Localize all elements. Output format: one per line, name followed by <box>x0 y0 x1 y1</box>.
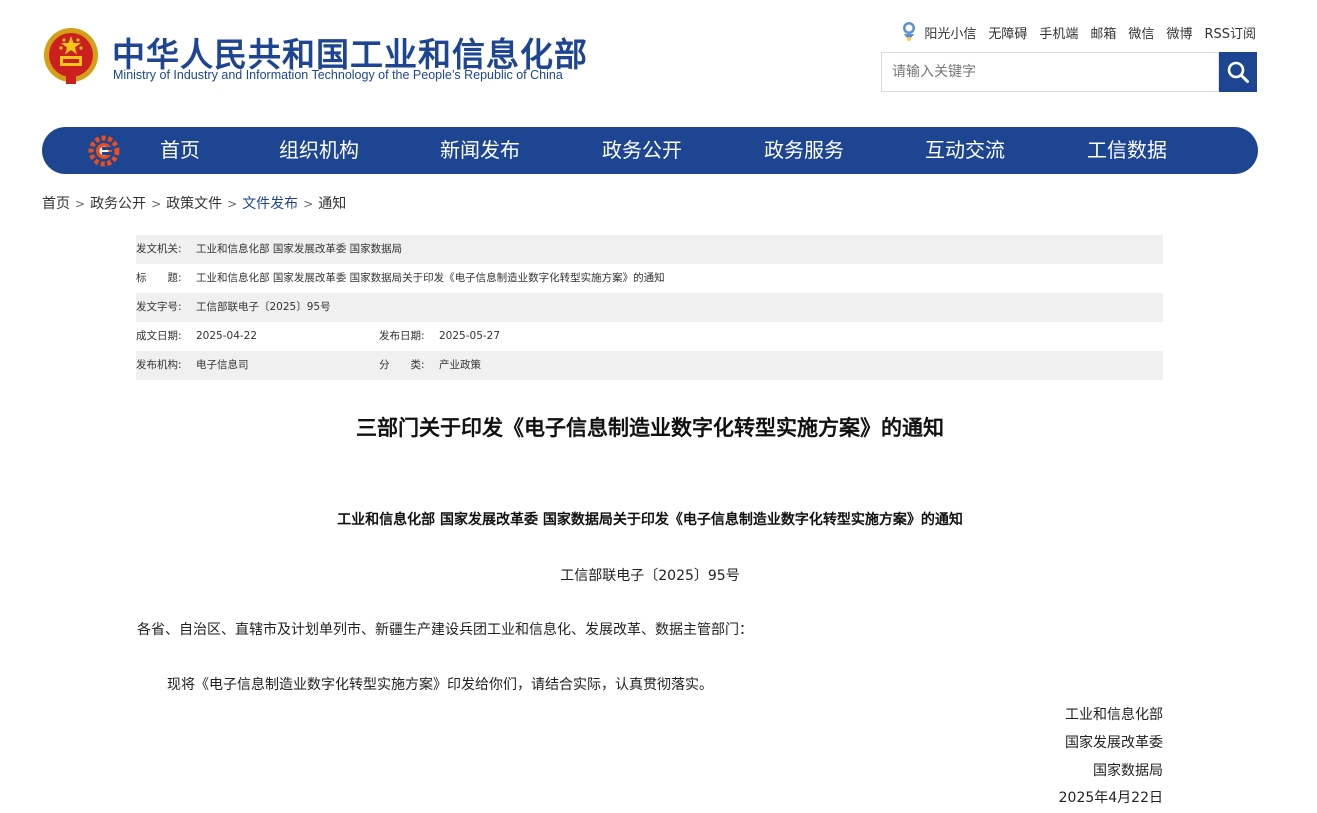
nav-item-data[interactable]: 工信数据 <box>1087 127 1167 174</box>
article-body: 现将《电子信息制造业数字化转型实施方案》印发给你们，请结合实际，认真贯彻落实。 <box>167 677 713 693</box>
article-subtitle: 工业和信息化部 国家发展改革委 国家数据局关于印发《电子信息制造业数字化转型实施… <box>337 512 963 528</box>
document-meta-table: 发文机关: 工业和信息化部 国家发展改革委 国家数据局 标 题: 工业和信息化部… <box>136 235 1163 380</box>
breadcrumb-gov-affairs[interactable]: 政务公开 <box>90 196 146 212</box>
signature-miit: 工业和信息化部 <box>1065 707 1163 723</box>
breadcrumb-separator: > <box>151 197 162 211</box>
article-recipients: 各省、自治区、直辖市及计划单列市、新疆生产建设兵团工业和信息化、发展改革、数据主… <box>137 622 753 638</box>
miit-gear-logo-icon <box>88 135 120 167</box>
meta-value-title: 工业和信息化部 国家发展改革委 国家数据局关于印发《电子信息制造业数字化转型实施… <box>196 272 665 284</box>
breadcrumb-file-release[interactable]: 文件发布 <box>242 196 298 212</box>
meta-value-category: 产业政策 <box>439 359 481 371</box>
article-doc-number: 工信部联电子〔2025〕95号 <box>560 568 740 584</box>
top-links: 阳光小信 无障碍 手机端 邮箱 微信 微博 RSS订阅 <box>900 21 1256 43</box>
signature-ndrc: 国家发展改革委 <box>1065 735 1163 751</box>
signature-date: 2025年4月22日 <box>1058 790 1163 806</box>
nav-item-gov-affairs[interactable]: 政务公开 <box>602 127 682 174</box>
meta-label: 发文机关: <box>136 243 182 255</box>
breadcrumb-separator: > <box>227 197 238 211</box>
meta-label: 发布机构: <box>136 359 182 371</box>
top-link-mail[interactable]: 邮箱 <box>1090 23 1116 42</box>
nav-item-organization[interactable]: 组织机构 <box>279 127 359 174</box>
meta-row-org: 发布机构: 电子信息司 分 类: 产业政策 <box>136 351 1163 380</box>
meta-row-dates: 成文日期: 2025-04-22 发布日期: 2025-05-27 <box>136 322 1163 351</box>
search-box <box>881 52 1222 92</box>
meta-label: 发文字号: <box>136 301 182 313</box>
top-link-wechat[interactable]: 微信 <box>1128 23 1154 42</box>
breadcrumb: 首页 > 政务公开 > 政策文件 > 文件发布 > 通知 <box>42 193 346 213</box>
meta-label: 标 题: <box>136 272 182 284</box>
meta-row-issuer: 发文机关: 工业和信息化部 国家发展改革委 国家数据局 <box>136 235 1163 264</box>
national-emblem-icon <box>42 26 100 86</box>
meta-value-published-date: 2025-05-27 <box>439 330 501 342</box>
top-link-sunshine[interactable]: 阳光小信 <box>924 23 976 42</box>
main-nav: 首页 组织机构 新闻发布 政务公开 政务服务 互动交流 工信数据 <box>42 127 1258 174</box>
nav-item-home[interactable]: 首页 <box>160 127 200 174</box>
breadcrumb-policy-docs[interactable]: 政策文件 <box>166 196 222 212</box>
breadcrumb-separator: > <box>75 197 86 211</box>
meta-value-docno: 工信部联电子〔2025〕95号 <box>196 301 331 313</box>
nav-item-gov-services[interactable]: 政务服务 <box>764 127 844 174</box>
meta-row-title: 标 题: 工业和信息化部 国家发展改革委 国家数据局关于印发《电子信息制造业数字… <box>136 264 1163 293</box>
nav-item-interaction[interactable]: 互动交流 <box>925 127 1005 174</box>
meta-label: 发布日期: <box>379 330 425 342</box>
meta-value-issuer: 工业和信息化部 国家发展改革委 国家数据局 <box>196 243 403 255</box>
breadcrumb-notice[interactable]: 通知 <box>318 196 346 212</box>
site-title-english[interactable]: Ministry of Industry and Information Tec… <box>113 68 563 82</box>
search-icon <box>1227 61 1249 83</box>
breadcrumb-separator: > <box>303 197 314 211</box>
signature-nda: 国家数据局 <box>1093 763 1163 779</box>
top-link-mobile[interactable]: 手机端 <box>1039 23 1078 42</box>
search-button[interactable] <box>1219 52 1257 92</box>
meta-label: 分 类: <box>379 359 425 371</box>
top-link-weibo[interactable]: 微博 <box>1166 23 1192 42</box>
meta-label: 成文日期: <box>136 330 182 342</box>
top-link-rss[interactable]: RSS订阅 <box>1204 23 1256 42</box>
meta-value-org: 电子信息司 <box>196 359 249 371</box>
breadcrumb-home[interactable]: 首页 <box>42 196 70 212</box>
meta-value-written-date: 2025-04-22 <box>196 330 258 342</box>
top-link-accessibility[interactable]: 无障碍 <box>988 23 1027 42</box>
search-input[interactable] <box>882 53 1222 91</box>
sunshine-mascot-icon[interactable] <box>900 21 918 43</box>
meta-row-docno: 发文字号: 工信部联电子〔2025〕95号 <box>136 293 1163 322</box>
nav-item-news[interactable]: 新闻发布 <box>440 127 520 174</box>
article-title: 三部门关于印发《电子信息制造业数字化转型实施方案》的通知 <box>356 416 944 440</box>
